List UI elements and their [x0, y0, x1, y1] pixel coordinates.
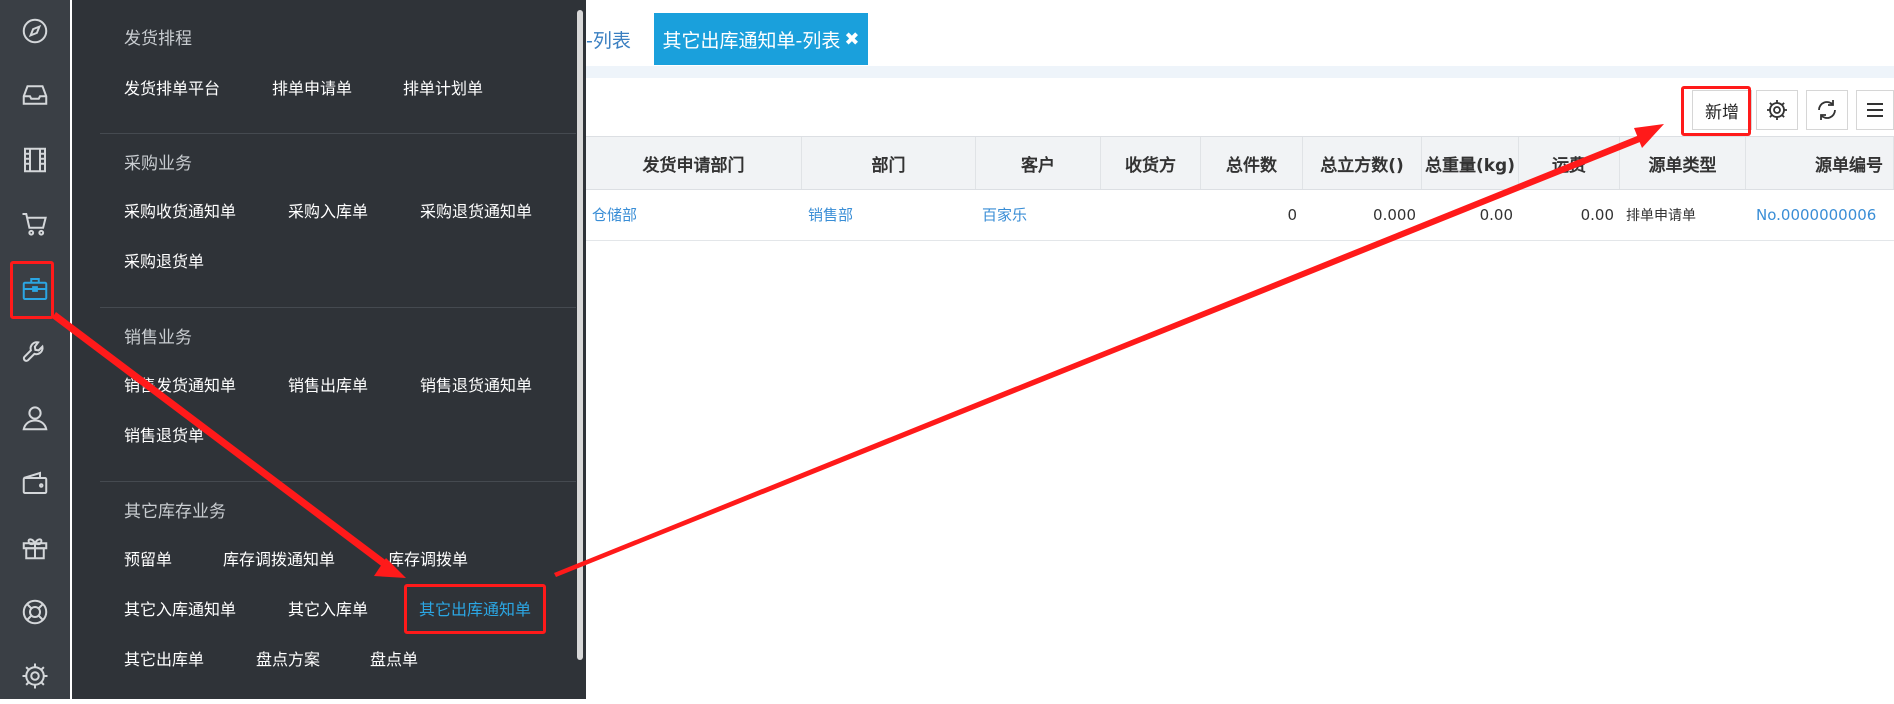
column-header-total-volume[interactable]: 总立方数() — [1303, 137, 1422, 189]
tab-list[interactable]: -列表 — [586, 13, 631, 65]
rail-item-gear[interactable] — [0, 648, 70, 704]
rail-item-film[interactable] — [0, 132, 70, 188]
menu-item-purchase-return[interactable]: 采购退货单 — [124, 248, 204, 272]
menu-item-other-inbound-notice[interactable]: 其它入库通知单 — [124, 596, 236, 620]
rail-item-inbox[interactable] — [0, 67, 70, 123]
column-header-dept[interactable]: 部门 — [802, 137, 976, 189]
column-header-source-type[interactable]: 源单类型 — [1620, 137, 1746, 189]
column-header-total-count[interactable]: 总件数 — [1201, 137, 1303, 189]
menu-item-other-inbound[interactable]: 其它入库单 — [288, 596, 368, 620]
column-header-apply-dept[interactable]: 发货申请部门 — [586, 137, 802, 189]
column-header-freight[interactable]: 运费 — [1519, 137, 1620, 189]
menu-item-purchase-receipt-notice[interactable]: 采购收货通知单 — [124, 198, 236, 222]
rail-item-compass[interactable] — [0, 3, 70, 59]
column-header-source-no[interactable]: 源单编号 — [1746, 137, 1894, 189]
menu-divider — [100, 133, 576, 134]
highlight-box-add — [1681, 86, 1751, 136]
cart-icon — [22, 213, 47, 236]
cell-total-weight: 0.00 — [1479, 205, 1513, 224]
column-header-receiver[interactable]: 收货方 — [1101, 137, 1201, 189]
rail-item-wrench[interactable] — [0, 325, 70, 381]
tab-other-outbound-notice-list[interactable]: 其它出库通知单-列表 ✖ — [654, 13, 868, 65]
column-header-total-weight[interactable]: 总重量(kg) — [1422, 137, 1519, 189]
menu-item-sales-outbound[interactable]: 销售出库单 — [288, 372, 368, 396]
cell-freight: 0.00 — [1580, 205, 1614, 224]
menu-item-other-outbound[interactable]: 其它出库单 — [124, 646, 204, 670]
columns-menu-button[interactable] — [1856, 90, 1894, 130]
settings-button[interactable] — [1756, 90, 1798, 130]
close-icon[interactable]: ✖ — [844, 29, 859, 50]
lifebuoy-icon — [22, 599, 48, 625]
menu-item-stocktake[interactable]: 盘点单 — [370, 646, 418, 670]
refresh-icon — [1818, 100, 1836, 120]
tab-label: 其它出库通知单-列表 — [662, 29, 841, 52]
menu-group-title: 销售业务 — [124, 328, 192, 348]
wallet-icon — [22, 471, 48, 494]
menu-item-purchase-inbound[interactable]: 采购入库单 — [288, 198, 368, 222]
rail-item-lifebuoy[interactable] — [0, 584, 70, 640]
compass-icon — [22, 18, 48, 44]
menu-item-shipping-platform[interactable]: 发货排单平台 — [124, 75, 220, 99]
inbox-icon — [22, 85, 48, 105]
user-icon — [22, 406, 48, 431]
cell-source-type: 排单申请单 — [1626, 207, 1696, 224]
highlight-box-rail — [10, 261, 54, 319]
menu-item-reservation[interactable]: 预留单 — [124, 546, 172, 570]
column-header-customer[interactable]: 客户 — [976, 137, 1101, 189]
menu-group-title: 其它库存业务 — [124, 502, 226, 522]
menu-item-transfer[interactable]: 库存调拨单 — [388, 546, 468, 570]
rail-item-gift[interactable] — [0, 519, 70, 575]
flyout-scrollbar[interactable] — [577, 10, 583, 660]
table-header: 发货申请部门 部门 客户 收货方 总件数 总立方数() 总重量(kg) 运费 源… — [586, 136, 1894, 190]
cell-receiver — [1101, 189, 1201, 240]
menu-group-title: 采购业务 — [124, 154, 192, 174]
rail-item-wallet[interactable] — [0, 455, 70, 511]
cell-apply-dept[interactable]: 仓储部 — [586, 189, 802, 240]
film-icon — [24, 147, 46, 173]
gift-icon — [22, 538, 48, 560]
menu-item-schedule-request[interactable]: 排单申请单 — [272, 75, 352, 99]
menu-group-title: 发货排程 — [124, 29, 192, 49]
refresh-button[interactable] — [1806, 90, 1848, 130]
icon-rail — [0, 0, 70, 699]
menu-item-stocktake-plan[interactable]: 盘点方案 — [256, 646, 320, 670]
cell-total-volume: 0.000 — [1373, 205, 1416, 224]
wrench-icon — [22, 341, 44, 362]
menu-item-sales-return-notice[interactable]: 销售退货通知单 — [420, 372, 532, 396]
table-row[interactable]: 仓储部 销售部 百家乐 0 0.000 0.00 0.00 排单申请单 No.0… — [586, 189, 1894, 241]
menu-item-schedule-plan[interactable]: 排单计划单 — [403, 75, 483, 99]
gear-icon — [1767, 100, 1787, 120]
cell-total-count: 0 — [1287, 205, 1297, 224]
cell-source-no[interactable]: No.0000000006 — [1746, 189, 1894, 240]
rail-item-user[interactable] — [0, 390, 70, 446]
cell-customer[interactable]: 百家乐 — [976, 189, 1101, 240]
menu-item-purchase-return-notice[interactable]: 采购退货通知单 — [420, 198, 532, 222]
menu-divider — [100, 481, 576, 482]
cell-dept[interactable]: 销售部 — [802, 189, 976, 240]
rail-item-cart[interactable] — [0, 196, 70, 252]
gear-icon — [22, 663, 48, 689]
menu-item-sales-return[interactable]: 销售退货单 — [124, 422, 204, 446]
menu-item-sales-shipping-notice[interactable]: 销售发货通知单 — [124, 372, 236, 396]
highlight-box-menu-item — [404, 584, 546, 634]
menu-icon — [1867, 103, 1883, 117]
menu-divider — [100, 307, 576, 308]
menu-item-transfer-notice[interactable]: 库存调拨通知单 — [223, 546, 335, 570]
